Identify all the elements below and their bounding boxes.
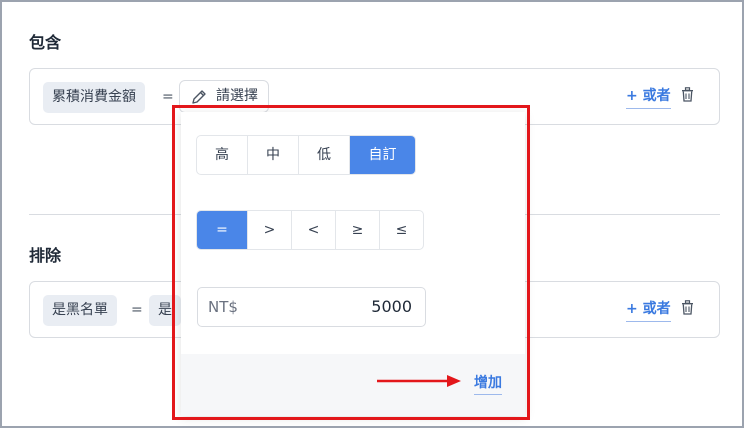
trash-icon[interactable]: [681, 87, 694, 102]
include-or-button[interactable]: + 或者: [626, 85, 671, 109]
exclude-operator: =: [131, 302, 143, 318]
operator-option-eq[interactable]: =: [197, 211, 248, 249]
trash-icon[interactable]: [681, 300, 694, 315]
level-option-medium[interactable]: 中: [248, 136, 299, 174]
include-select-label: 請選擇: [216, 88, 258, 104]
level-option-low[interactable]: 低: [299, 136, 350, 174]
add-button[interactable]: 增加: [474, 373, 502, 395]
include-value-select-button[interactable]: 請選擇: [179, 80, 269, 113]
amount-input[interactable]: NT$ 5000: [197, 287, 426, 327]
amount-value: 5000: [371, 297, 412, 316]
exclude-value-chip[interactable]: 是: [149, 295, 181, 326]
arrow-right-icon: [377, 375, 461, 387]
pencil-icon: [192, 90, 206, 104]
operator-segmented-control: = > < ≥ ≤: [196, 210, 424, 250]
include-section-title: 包含: [29, 33, 62, 52]
value-popover: 高 中 低 自訂 = > < ≥ ≤ NT$ 5000 增加: [181, 112, 525, 416]
currency-prefix: NT$: [208, 298, 238, 316]
page-frame: 包含 累積消費金額 = 請選擇 + 或者 排除 是黑名單 = 是 + 或者 高 …: [0, 0, 744, 428]
exclude-field-chip[interactable]: 是黑名單: [43, 295, 117, 326]
operator-option-gt[interactable]: >: [248, 211, 292, 249]
exclude-section-title: 排除: [29, 246, 62, 265]
level-segmented-control: 高 中 低 自訂: [196, 135, 416, 175]
include-field-chip[interactable]: 累積消費金額: [43, 82, 145, 113]
level-option-custom[interactable]: 自訂: [350, 136, 415, 174]
operator-option-gte[interactable]: ≥: [336, 211, 380, 249]
level-option-high[interactable]: 高: [197, 136, 248, 174]
include-operator: =: [162, 89, 174, 105]
operator-option-lte[interactable]: ≤: [380, 211, 423, 249]
exclude-or-button[interactable]: + 或者: [626, 298, 671, 322]
operator-option-lt[interactable]: <: [292, 211, 336, 249]
